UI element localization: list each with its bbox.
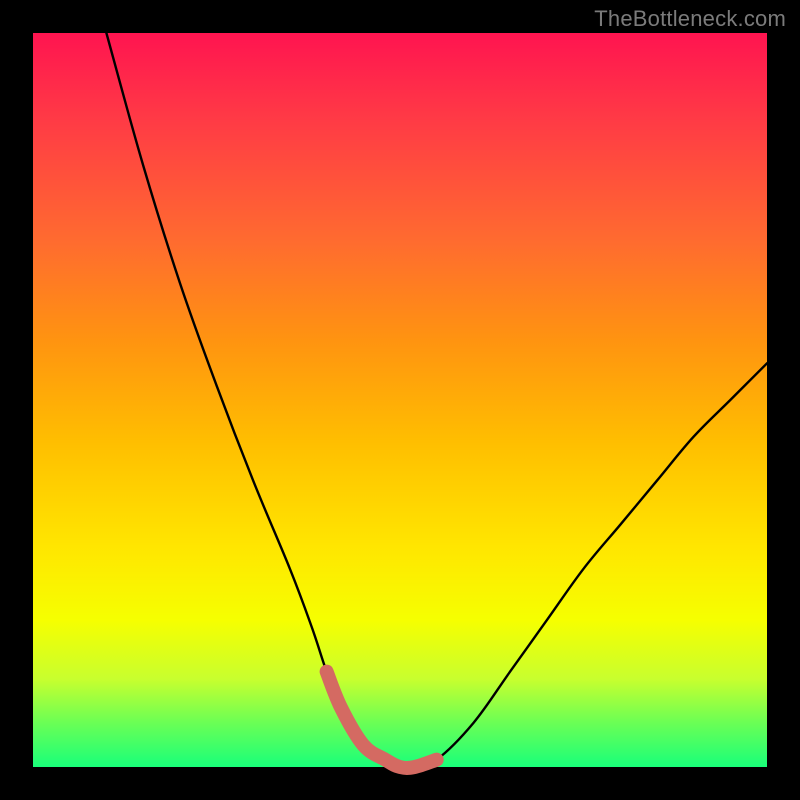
chart-frame: TheBottleneck.com (0, 0, 800, 800)
plot-area (33, 33, 767, 767)
curve-layer (33, 33, 767, 767)
watermark-text: TheBottleneck.com (594, 6, 786, 32)
bottleneck-curve (106, 33, 767, 768)
recommended-range-highlight (327, 672, 437, 768)
